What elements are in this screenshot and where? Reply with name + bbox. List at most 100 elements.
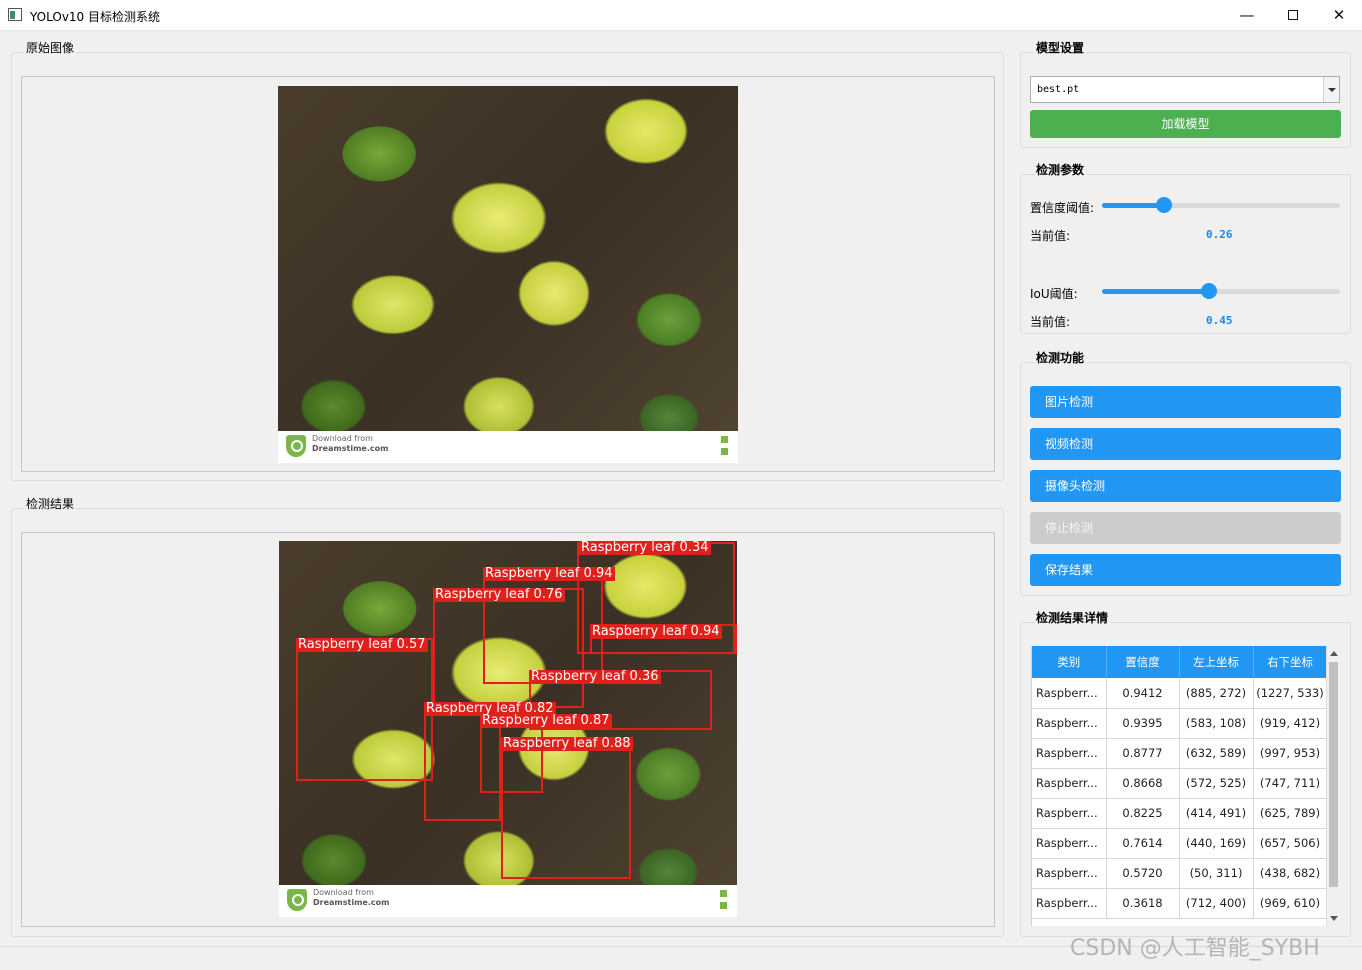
footer-line1: Download from	[313, 888, 374, 897]
detection-label: Raspberry leaf 0.76	[433, 587, 565, 602]
save-results-button[interactable]: 保存结果	[1030, 554, 1341, 586]
detection-label: Raspberry leaf 0.34	[579, 541, 711, 555]
confidence-slider[interactable]	[1102, 197, 1340, 213]
cell-confidence[interactable]: 0.3618	[1106, 888, 1180, 919]
cell-confidence[interactable]: 0.7614	[1106, 828, 1180, 859]
table-row[interactable]: Raspberr... 0.9395 (583, 108) (919, 412)	[1032, 708, 1326, 739]
cell-class[interactable]: Raspberr...	[1032, 828, 1107, 859]
table-row[interactable]: Raspberr... 0.7614 (440, 169) (657, 506)	[1032, 828, 1326, 859]
original-image: Download from Dreamstime.com	[278, 86, 738, 463]
detection-label: Raspberry leaf 0.57	[296, 637, 428, 652]
cell-top-left[interactable]: (583, 108)	[1179, 708, 1254, 739]
footer-square-icon	[721, 448, 728, 455]
cell-bottom-right[interactable]: (997, 953)	[1253, 738, 1326, 769]
cell-bottom-right[interactable]: (969, 610)	[1253, 888, 1326, 919]
cell-class[interactable]: Raspberr...	[1032, 888, 1107, 919]
column-header-bottom-right[interactable]: 右下坐标	[1253, 646, 1326, 678]
column-header-confidence[interactable]: 置信度	[1106, 646, 1180, 678]
cell-top-left[interactable]: (632, 589)	[1179, 738, 1254, 769]
detection-box	[296, 638, 433, 781]
table-row[interactable]: Raspberr... 0.8668 (572, 525) (747, 711)	[1032, 768, 1326, 799]
table-row[interactable]: Raspberr... 0.8777 (632, 589) (997, 953)	[1032, 738, 1326, 769]
app-icon	[8, 8, 22, 21]
results-scrollbar[interactable]	[1326, 646, 1340, 926]
cell-class[interactable]: Raspberr...	[1032, 708, 1107, 739]
result-image: Download from Dreamstime.com Raspberry l…	[279, 541, 737, 917]
model-select[interactable]: best.pt	[1030, 76, 1340, 103]
video-detect-button[interactable]: 视频检测	[1030, 428, 1341, 460]
table-row[interactable]: Raspberr... 0.3618 (712, 400) (969, 610)	[1032, 888, 1326, 919]
detection-label: Raspberry leaf 0.88	[501, 736, 633, 751]
model-select-value: best.pt	[1037, 84, 1080, 95]
load-model-button[interactable]: 加载模型	[1030, 110, 1341, 138]
image-watermark-footer: Download from Dreamstime.com	[279, 885, 737, 917]
dreamstime-logo-icon	[287, 889, 307, 911]
cell-bottom-right[interactable]: (747, 711)	[1253, 768, 1326, 799]
cell-confidence[interactable]: 0.9412	[1106, 678, 1180, 709]
footer-square-icon	[721, 436, 728, 443]
window-title: YOLOv10 目标检测系统	[30, 10, 161, 24]
image-detect-button[interactable]: 图片检测	[1030, 386, 1341, 418]
footer-square-icon	[720, 890, 727, 897]
detection-box	[501, 737, 631, 879]
confidence-label: 置信度阈值:	[1030, 201, 1095, 215]
iou-label: IoU阈值:	[1030, 287, 1078, 301]
camera-detect-button[interactable]: 摄像头检测	[1030, 470, 1341, 502]
detection-params-group	[1020, 174, 1351, 334]
cell-top-left[interactable]: (414, 491)	[1179, 798, 1254, 829]
cell-top-left[interactable]: (50, 311)	[1179, 858, 1254, 889]
scroll-up-icon[interactable]	[1330, 651, 1338, 656]
cell-top-left[interactable]: (712, 400)	[1179, 888, 1254, 919]
stop-detect-button[interactable]: 停止检测	[1030, 512, 1341, 544]
cell-top-left[interactable]: (440, 169)	[1179, 828, 1254, 859]
confidence-current-label: 当前值:	[1030, 229, 1071, 243]
cell-class[interactable]: Raspberr...	[1032, 678, 1107, 709]
cell-confidence[interactable]: 0.5720	[1106, 858, 1180, 889]
results-detail-title: 检测结果详情	[1034, 609, 1111, 626]
minimize-button[interactable]: —	[1224, 0, 1270, 31]
column-header-class[interactable]: 类别	[1032, 646, 1107, 678]
detection-label: Raspberry leaf 0.36	[529, 669, 661, 684]
column-header-top-left[interactable]: 左上坐标	[1179, 646, 1254, 678]
cell-bottom-right[interactable]: (657, 506)	[1253, 828, 1326, 859]
iou-value: 0.45	[1206, 314, 1233, 327]
cell-bottom-right[interactable]: (1227, 533)	[1253, 678, 1326, 709]
results-table: 类别 置信度 左上坐标 右下坐标 Raspberr... 0.9412 (885…	[1031, 646, 1326, 926]
image-watermark-footer: Download from Dreamstime.com	[278, 431, 738, 463]
iou-slider-handle[interactable]	[1201, 283, 1218, 299]
cell-bottom-right[interactable]: (625, 789)	[1253, 798, 1326, 829]
cell-class[interactable]: Raspberr...	[1032, 768, 1107, 799]
maximize-icon	[1288, 10, 1298, 20]
confidence-slider-handle[interactable]	[1155, 197, 1172, 213]
cell-class[interactable]: Raspberr...	[1032, 858, 1107, 889]
cell-top-left[interactable]: (885, 272)	[1179, 678, 1254, 709]
cell-confidence[interactable]: 0.8668	[1106, 768, 1180, 799]
iou-slider-fill	[1102, 289, 1210, 294]
close-button[interactable]: ✕	[1316, 0, 1362, 31]
cell-confidence[interactable]: 0.8777	[1106, 738, 1180, 769]
cell-bottom-right[interactable]: (438, 682)	[1253, 858, 1326, 889]
cell-top-left[interactable]: (572, 525)	[1179, 768, 1254, 799]
footer-line1: Download from	[312, 434, 373, 443]
maximize-button[interactable]	[1270, 0, 1316, 31]
detection-label: Raspberry leaf 0.94	[483, 566, 615, 581]
cell-confidence[interactable]: 0.8225	[1106, 798, 1180, 829]
result-image-title: 检测结果	[24, 495, 77, 512]
chevron-down-icon[interactable]	[1323, 77, 1339, 102]
scroll-down-icon[interactable]	[1330, 916, 1338, 921]
cell-class[interactable]: Raspberr...	[1032, 798, 1107, 829]
table-row[interactable]: Raspberr... 0.8225 (414, 491) (625, 789)	[1032, 798, 1326, 829]
confidence-value: 0.26	[1206, 228, 1233, 241]
cell-class[interactable]: Raspberr...	[1032, 738, 1107, 769]
cell-bottom-right[interactable]: (919, 412)	[1253, 708, 1326, 739]
cell-confidence[interactable]: 0.9395	[1106, 708, 1180, 739]
title-bar: YOLOv10 目标检测系统 — ✕	[0, 0, 1362, 31]
csdn-watermark: CSDN @人工智能_SYBH	[1070, 936, 1320, 961]
footer-line2: Dreamstime.com	[312, 444, 389, 453]
table-row[interactable]: Raspberr... 0.5720 (50, 311) (438, 682)	[1032, 858, 1326, 889]
scrollbar-thumb[interactable]	[1329, 662, 1338, 887]
table-row[interactable]: Raspberr... 0.9412 (885, 272) (1227, 533…	[1032, 678, 1326, 709]
iou-slider[interactable]	[1102, 283, 1340, 299]
detection-functions-title: 检测功能	[1034, 349, 1087, 366]
footer-square-icon	[720, 902, 727, 909]
